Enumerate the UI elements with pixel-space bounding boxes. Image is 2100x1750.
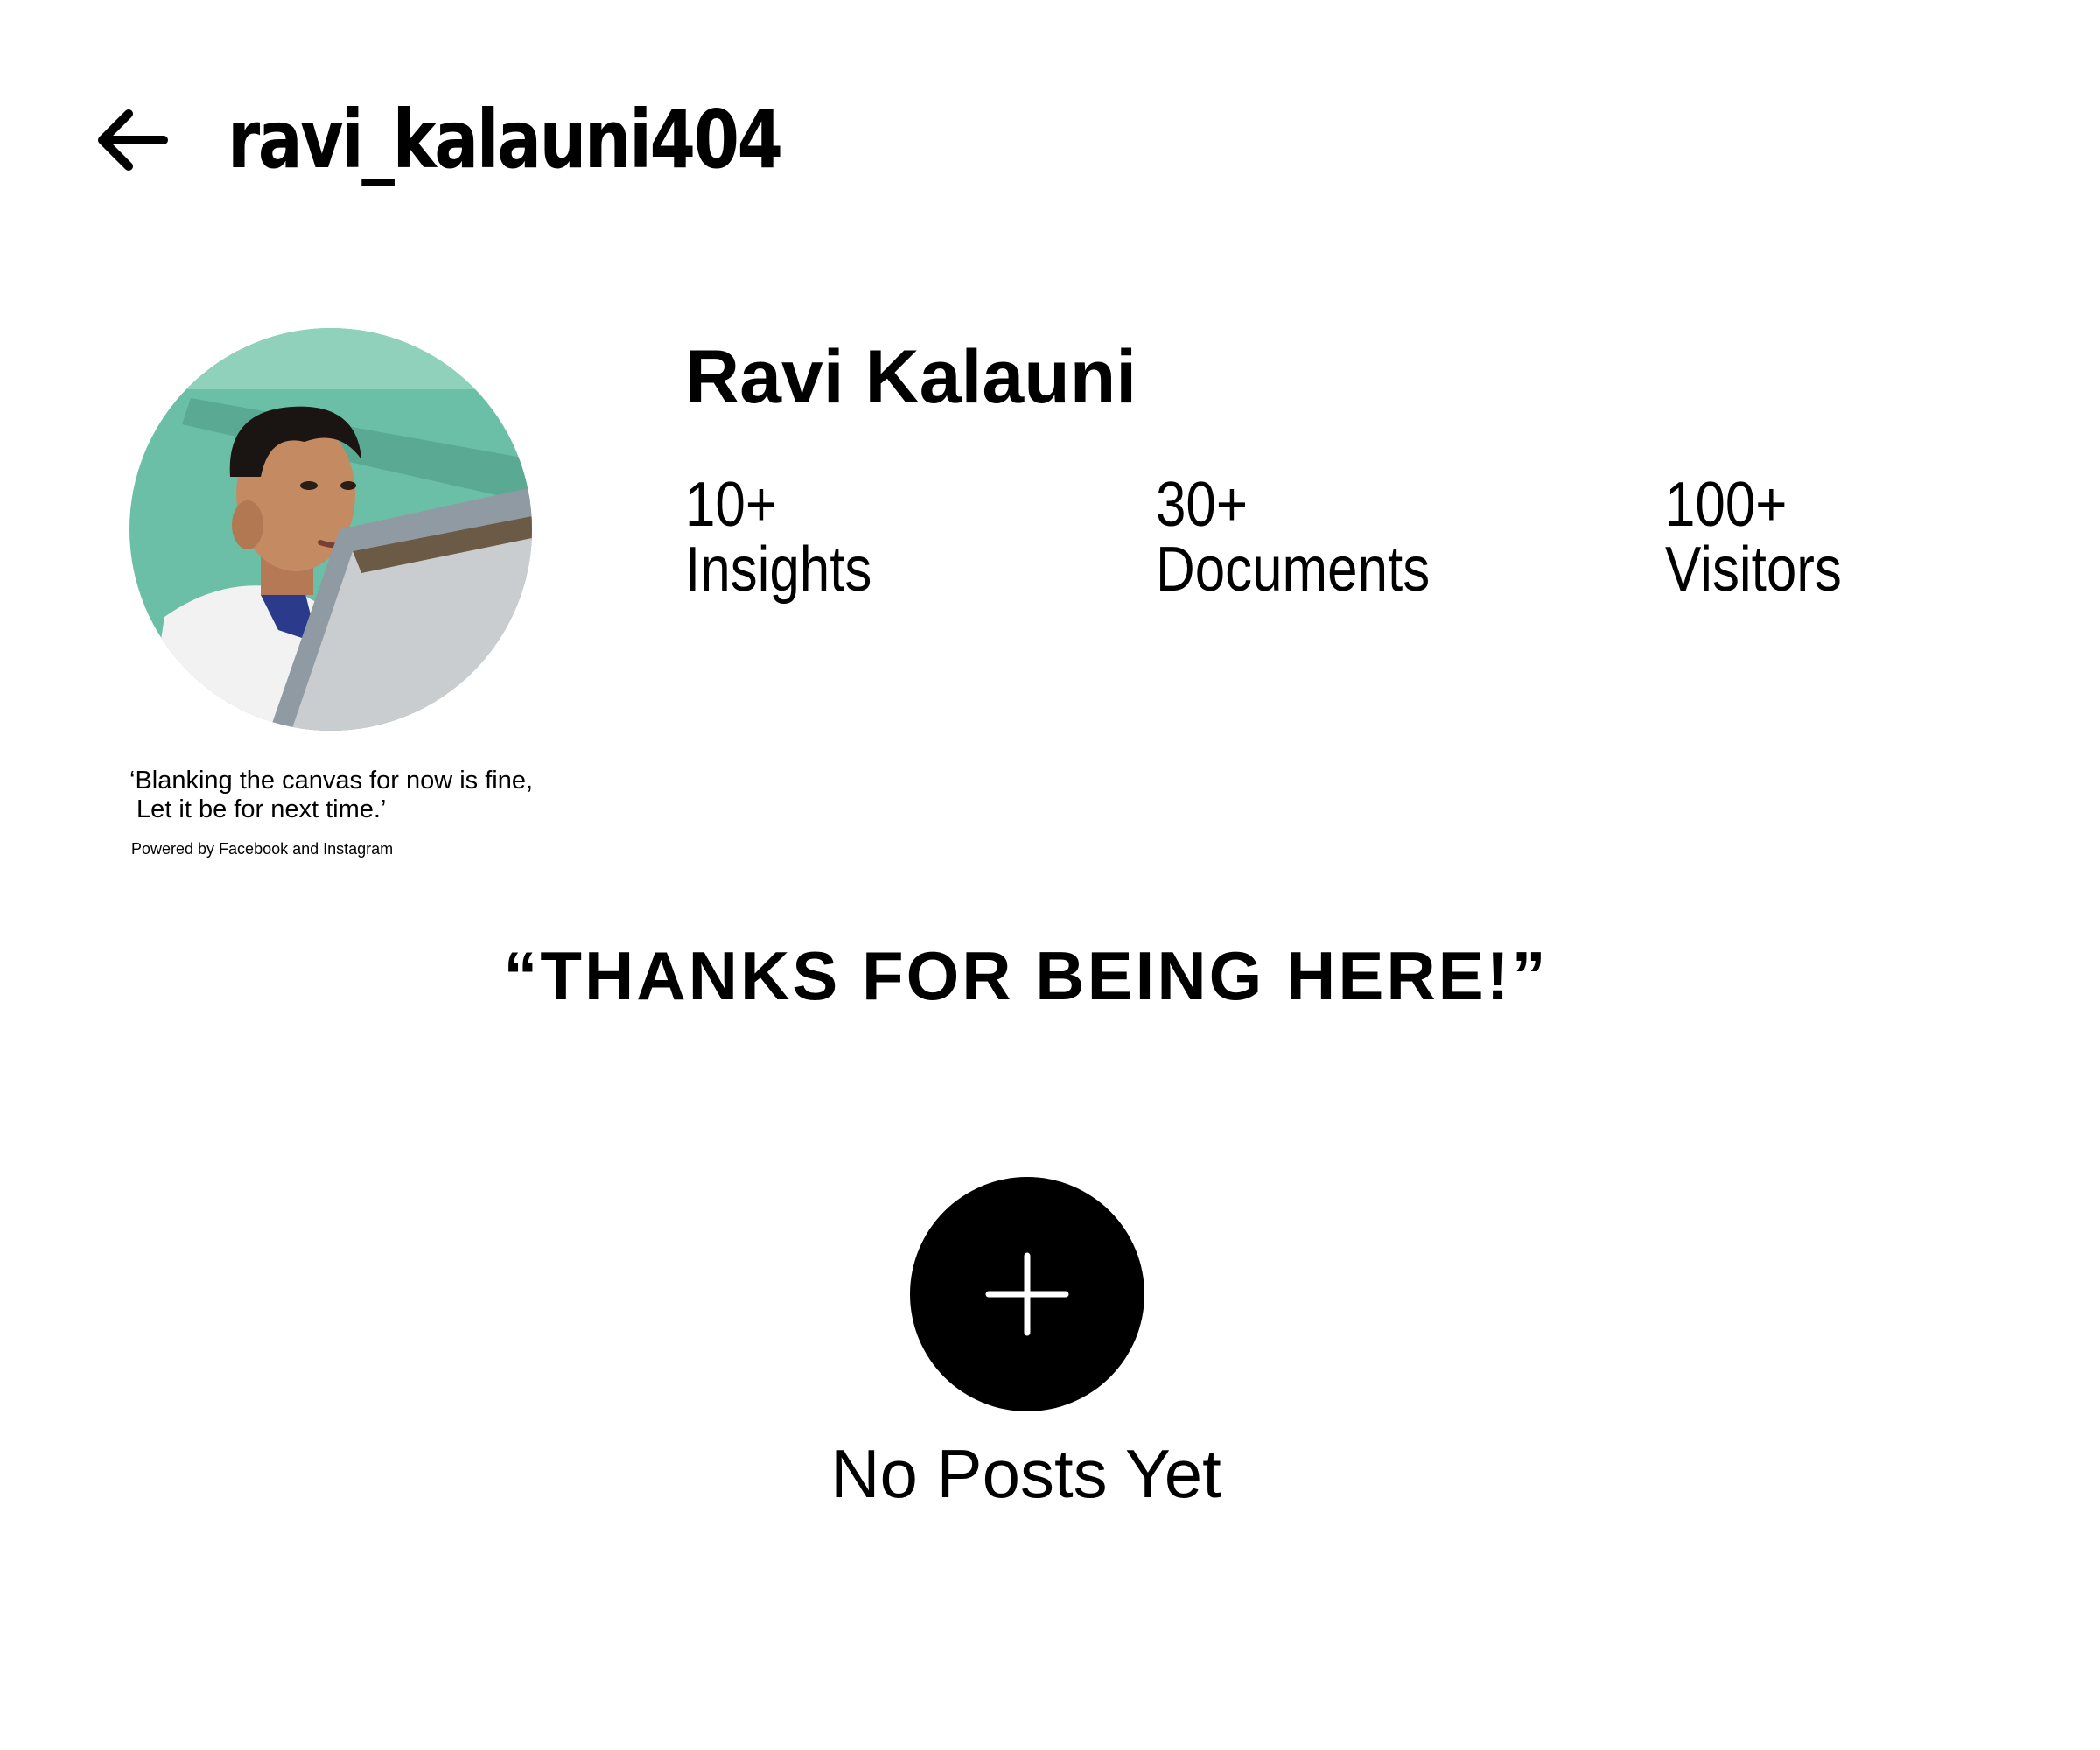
tagline: “THANKS FOR BEING HERE!” [503,937,1549,1014]
top-bar: ravi_kalauni404 [88,83,902,197]
plus-icon [985,1252,1069,1336]
username: ravi_kalauni404 [228,93,783,186]
stat-label: Documents [1156,535,1431,605]
stat-label: Visitors [1665,535,1842,605]
back-button[interactable] [88,96,175,184]
stat-visitors: 100+ Visitors [1665,472,1842,602]
arrow-left-icon [98,109,168,171]
stat-insights: 10+ Insights [685,472,872,602]
stat-value: 30+ [1156,470,1249,540]
stat-value: 10+ [685,470,778,540]
display-name: Ravi Kalauni [685,335,1138,419]
stat-label: Insights [685,535,872,605]
avatar [130,328,532,731]
stat-documents: 30+ Documents [1156,472,1430,602]
empty-posts-message: No Posts Yet [830,1435,1222,1512]
add-post-button[interactable] [910,1177,1144,1411]
stat-value: 100+ [1665,470,1788,540]
profile-photo [130,328,532,731]
bio-text: ‘Blanking the canvas for now is fine, Le… [130,766,534,823]
powered-by-text: Powered by Facebook and Instagram [131,840,394,858]
